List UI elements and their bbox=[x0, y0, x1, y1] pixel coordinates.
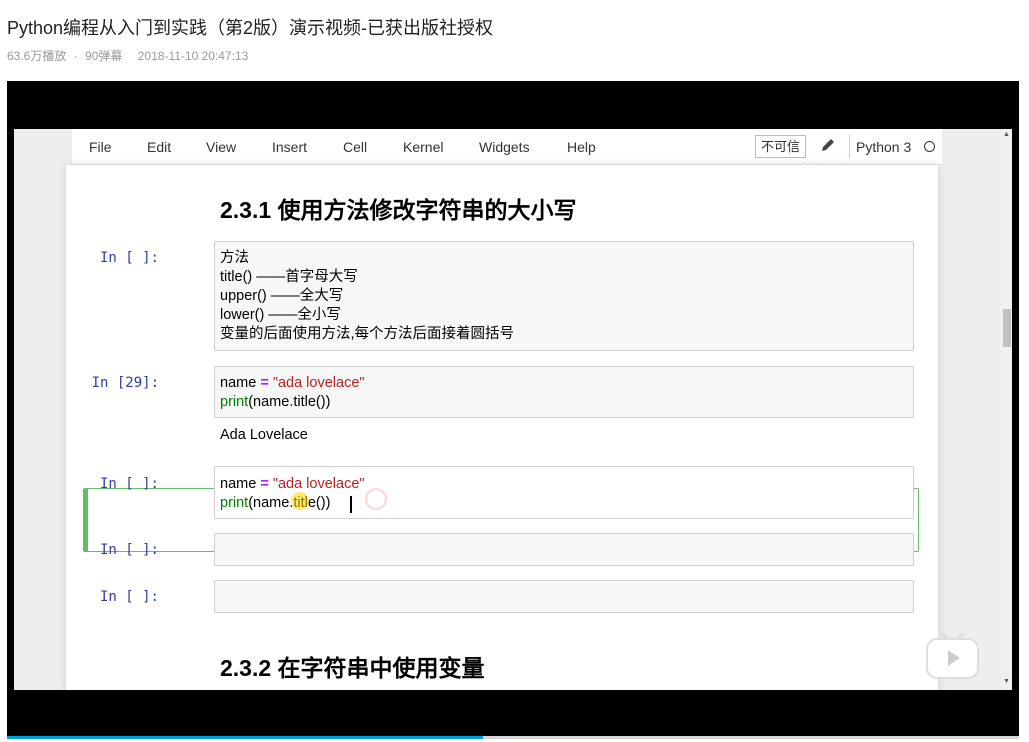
menu-help[interactable]: Help bbox=[567, 139, 596, 155]
kernel-name: Python 3 bbox=[856, 139, 911, 155]
video-title: Python编程从入门到实践（第2版）演示视频-已获出版社授权 bbox=[7, 14, 493, 40]
code-token: (name.title()) bbox=[248, 394, 330, 410]
markdown-line: upper() ——全大写 bbox=[220, 287, 514, 306]
menu-widgets[interactable]: Widgets bbox=[479, 139, 530, 155]
menu-cell[interactable]: Cell bbox=[343, 139, 367, 155]
code-token: = bbox=[260, 476, 268, 492]
video-frame: File Edit View Insert Cell Kernel Widget… bbox=[14, 129, 1012, 690]
markdown-line: title() ——首字母大写 bbox=[220, 268, 514, 287]
code-token: "ada lovelace" bbox=[273, 375, 365, 391]
empty-code-cell[interactable] bbox=[214, 580, 914, 613]
menu-edit[interactable]: Edit bbox=[147, 139, 171, 155]
mouse-highlight bbox=[291, 492, 309, 510]
view-count: 63.6万播放 bbox=[7, 49, 66, 63]
cell-prompt: In [ ]: bbox=[66, 589, 159, 605]
markdown-line: 变量的后面使用方法,每个方法后面接着圆括号 bbox=[220, 325, 514, 344]
upload-date: 2018-11-10 20:47:13 bbox=[138, 49, 249, 63]
kernel-status-icon bbox=[924, 141, 935, 152]
progress-bar[interactable] bbox=[7, 736, 1019, 739]
text-cursor bbox=[350, 496, 352, 513]
click-ring bbox=[365, 488, 387, 510]
code-token: print bbox=[220, 394, 248, 410]
menu-file[interactable]: File bbox=[89, 139, 112, 155]
cell-prompt: In [ ]: bbox=[66, 250, 159, 266]
menu-kernel[interactable]: Kernel bbox=[403, 139, 443, 155]
markdown-cell-content: 方法title() ——首字母大写upper() ——全大写lower() ——… bbox=[220, 249, 514, 344]
cell-prompt: In [29]: bbox=[66, 375, 159, 391]
menu-view[interactable]: View bbox=[206, 139, 236, 155]
menubar-divider bbox=[849, 135, 850, 158]
danmaku-count: 90弹幕 bbox=[85, 49, 122, 63]
pencil-icon[interactable] bbox=[820, 137, 836, 153]
code-cell-content: name = "ada lovelace" print(name.title()) bbox=[220, 475, 365, 513]
code-token: (name.title()) bbox=[248, 495, 330, 511]
scroll-up-arrow[interactable]: ▲ bbox=[1003, 131, 1010, 138]
meta-dot: · bbox=[74, 49, 78, 63]
markdown-line: 方法 bbox=[220, 249, 514, 268]
notebook-scrollbar[interactable]: ▲ ▼ bbox=[1002, 129, 1012, 690]
code-token: name bbox=[220, 375, 256, 391]
markdown-line: lower() ——全小写 bbox=[220, 306, 514, 325]
code-token: "ada lovelace" bbox=[273, 476, 365, 492]
notebook-container: 2.3.1 使用方法修改字符串的大小写 In [ ]: 方法title() ——… bbox=[66, 165, 938, 690]
cell-output: Ada Lovelace bbox=[220, 427, 308, 443]
code-token: name bbox=[220, 476, 256, 492]
cell-prompt: In [ ]: bbox=[66, 476, 159, 492]
heading-2-3-1: 2.3.1 使用方法修改字符串的大小写 bbox=[220, 191, 577, 225]
play-tv-icon[interactable] bbox=[925, 630, 980, 680]
code-cell-content: name = "ada lovelace" print(name.title()) bbox=[220, 374, 365, 412]
cell-prompt: In [ ]: bbox=[66, 542, 159, 558]
empty-code-cell[interactable] bbox=[214, 533, 914, 566]
progress-fill bbox=[7, 736, 483, 739]
code-token: = bbox=[260, 375, 268, 391]
scroll-down-arrow[interactable]: ▼ bbox=[1003, 678, 1010, 685]
video-meta: 63.6万播放 · 90弹幕 2018-11-10 20:47:13 bbox=[7, 47, 252, 64]
scroll-thumb[interactable] bbox=[1003, 309, 1011, 347]
heading-2-3-2: 2.3.2 在字符串中使用变量 bbox=[220, 649, 485, 683]
menu-insert[interactable]: Insert bbox=[272, 139, 307, 155]
code-token: print bbox=[220, 495, 248, 511]
trust-button[interactable]: 不可信 bbox=[755, 135, 806, 158]
